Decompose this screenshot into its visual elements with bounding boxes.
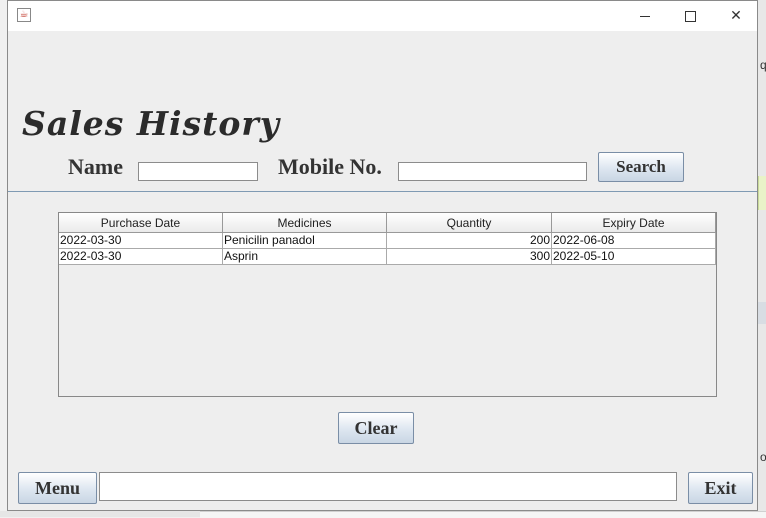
column-header-quantity[interactable]: Quantity [387, 213, 552, 233]
maximize-button[interactable] [667, 1, 713, 31]
maximize-icon [684, 10, 696, 22]
mobile-input[interactable] [398, 162, 587, 181]
column-header-purchase-date[interactable]: Purchase Date [59, 213, 223, 233]
cell-medicines[interactable]: Asprin [223, 249, 387, 265]
sales-history-window: ☕ ✕ Sales History Name Mobile No. Search… [7, 0, 758, 511]
page-title: Sales History [22, 104, 280, 143]
minimize-button[interactable] [622, 1, 668, 31]
column-header-medicines[interactable]: Medicines [223, 213, 387, 233]
close-icon: ✕ [730, 8, 742, 24]
name-label: Name [68, 154, 123, 179]
title-bar[interactable]: ☕ ✕ [8, 1, 757, 31]
java-cup-icon: ☕ [17, 8, 31, 22]
background-desktop: q ol [758, 0, 766, 517]
background-blue-block [758, 302, 766, 324]
column-header-expiry-date[interactable]: Expiry Date [552, 213, 716, 233]
clear-button[interactable]: Clear [338, 412, 414, 444]
background-fragment-1: q [760, 58, 766, 72]
mobile-label: Mobile No. [278, 154, 382, 179]
sales-table[interactable]: Purchase Date Medicines Quantity Expiry … [58, 212, 717, 397]
name-input[interactable] [138, 162, 258, 181]
table-header: Purchase Date Medicines Quantity Expiry … [59, 213, 716, 233]
cell-quantity[interactable]: 200 [387, 233, 552, 249]
close-button[interactable]: ✕ [713, 1, 759, 31]
table-row[interactable]: 2022-03-30 Penicilin panadol 200 2022-06… [59, 233, 716, 249]
separator [8, 191, 757, 192]
table-row[interactable]: 2022-03-30 Asprin 300 2022-05-10 [59, 249, 716, 265]
background-green-block [758, 176, 766, 210]
search-button[interactable]: Search [598, 152, 684, 182]
cell-purchase-date[interactable]: 2022-03-30 [59, 249, 223, 265]
minimize-icon [640, 15, 650, 17]
background-bottom [0, 511, 766, 518]
cell-expiry-date[interactable]: 2022-06-08 [552, 233, 716, 249]
main-panel: Sales History Name Mobile No. Search Pur… [8, 31, 757, 510]
background-fragment-2: ol [760, 450, 766, 464]
cell-purchase-date[interactable]: 2022-03-30 [59, 233, 223, 249]
cell-expiry-date[interactable]: 2022-05-10 [552, 249, 716, 265]
cell-quantity[interactable]: 300 [387, 249, 552, 265]
exit-button[interactable]: Exit [688, 472, 753, 504]
menu-button[interactable]: Menu [18, 472, 97, 504]
cell-medicines[interactable]: Penicilin panadol [223, 233, 387, 249]
status-field[interactable] [99, 472, 677, 501]
